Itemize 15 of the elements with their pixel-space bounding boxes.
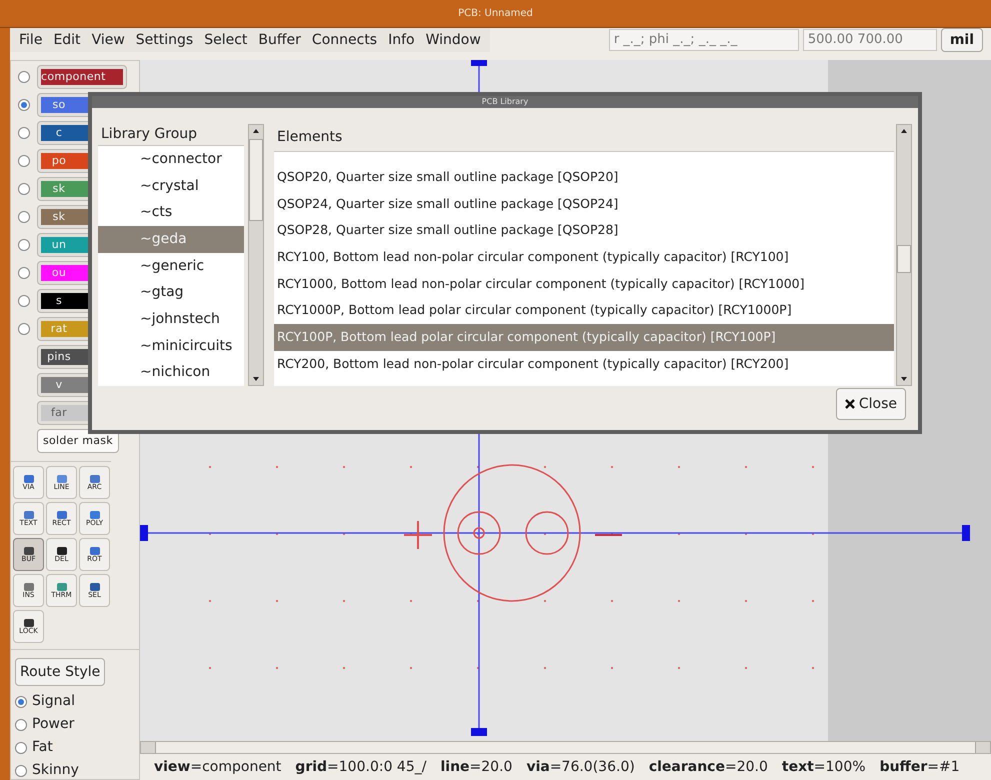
polar-coordinates-field: r _._; phi _._; _._ _._ [608,29,799,51]
status-text: clearance=20.0 [648,758,768,776]
status-text: buffer=#1 [880,758,960,776]
radio-label: Fat [32,738,53,757]
window-title: PCB: Unnamed [458,7,533,21]
status-text: text=100% [782,758,866,776]
status-text: line=20.0 [440,758,512,776]
status-text: view=component [154,758,282,776]
radio-label: Signal [32,692,76,711]
status-text: grid=100.0:0 45_/ [295,758,426,776]
radio-label: Skinny [32,761,79,780]
status-text: via=76.0(36.0) [526,758,635,776]
position-field: 500.00 700.00 [802,29,937,51]
radio-label: Power [32,715,74,734]
dialog-title: PCB Library [482,98,528,106]
